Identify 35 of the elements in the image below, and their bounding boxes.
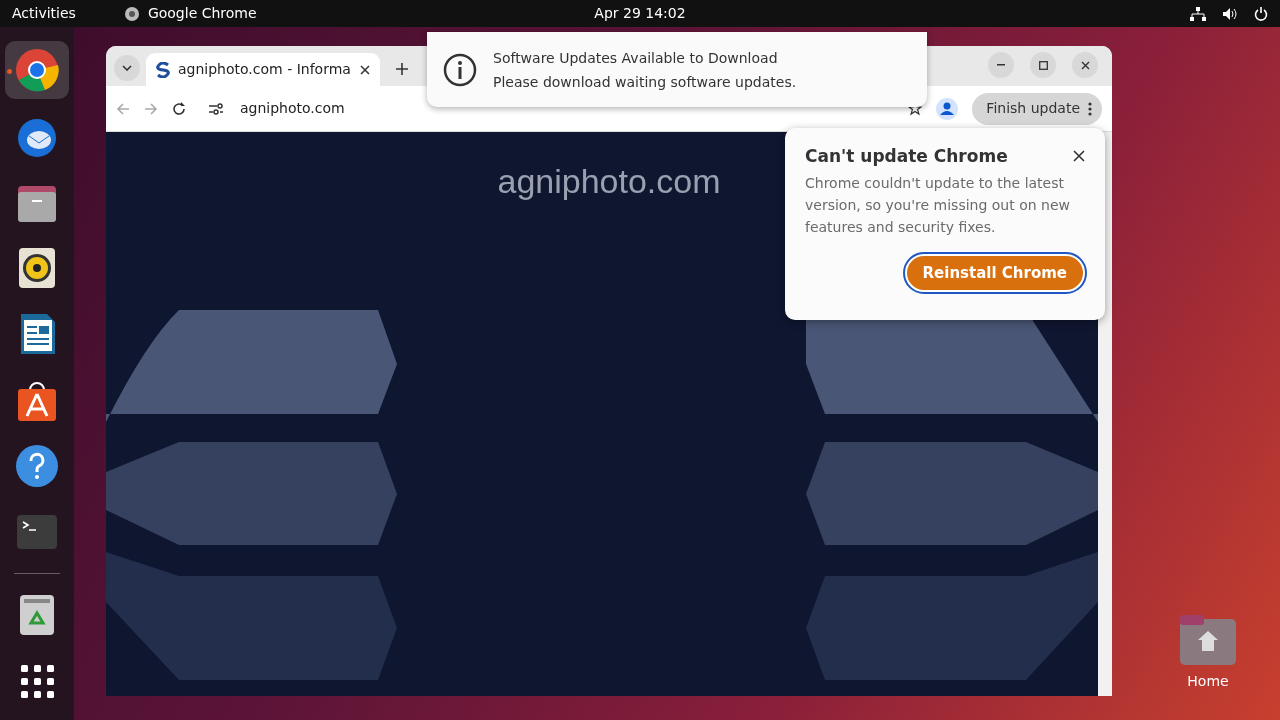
notification-banner[interactable]: Software Updates Available to Download Please download waiting software updates. [427, 32, 927, 107]
profile-icon[interactable] [936, 97, 959, 120]
close-icon[interactable] [1073, 150, 1085, 162]
site-favicon-icon [156, 61, 170, 78]
chrome-icon [123, 5, 140, 22]
tab-search-button[interactable] [114, 55, 140, 81]
minimize-button[interactable] [988, 52, 1014, 78]
notification-title: Software Updates Available to Download [493, 48, 779, 68]
chrome-icon[interactable] [5, 41, 69, 99]
close-button[interactable] [1072, 52, 1098, 78]
desktop-icon-label[interactable]: Home [1187, 671, 1229, 692]
power-icon[interactable] [1254, 6, 1268, 21]
minimize-icon [997, 64, 1005, 66]
activities-button[interactable]: Activities [12, 3, 76, 24]
popup-message: Chrome couldn't update to the latest version, so you're missing out on new features and security fixes. [805, 174, 1071, 238]
popup-title: Can't update Chrome [805, 146, 1008, 167]
finish-update-button[interactable]: Finish update [972, 92, 1102, 125]
maximize-button[interactable] [1030, 52, 1056, 78]
browser-tab[interactable]: agniphoto.com - Informa [146, 53, 380, 86]
chevron-down-icon [122, 65, 132, 71]
app-menu[interactable]: Google Chrome [147, 3, 257, 24]
reload-icon[interactable] [172, 101, 186, 116]
page-heading: agniphoto.com [497, 162, 721, 200]
menu-icon [1088, 101, 1092, 116]
close-icon [1080, 60, 1090, 70]
volume-icon[interactable] [1222, 6, 1238, 21]
notification-body: Please download waiting software updates. [493, 72, 797, 92]
home-folder-icon[interactable] [1180, 615, 1236, 665]
site-settings-icon [208, 101, 224, 116]
new-tab-icon[interactable] [396, 63, 408, 75]
network-icon[interactable] [1190, 6, 1206, 21]
maximize-icon [1038, 60, 1048, 70]
close-icon [360, 64, 370, 75]
clock[interactable]: Apr 29 14:02 [594, 5, 686, 21]
info-icon [443, 52, 477, 87]
